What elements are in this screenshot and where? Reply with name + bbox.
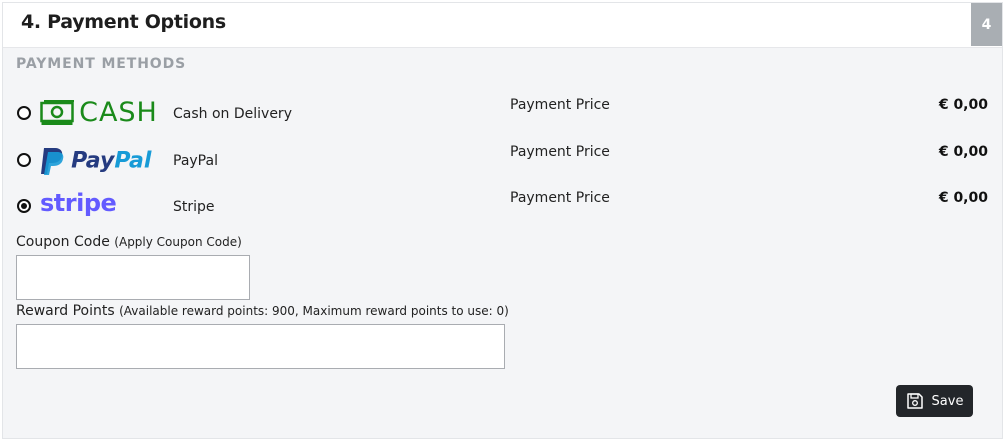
payment-method-paypal[interactable]: PayPal PayPal Payment Price € 0,00 xyxy=(3,142,1002,182)
paypal-logo-pal: Pal xyxy=(114,148,152,174)
paypal-method-name: PayPal xyxy=(173,153,218,169)
stripe-logo: stripe xyxy=(40,189,117,217)
coupon-hint: (Apply Coupon Code) xyxy=(114,235,242,249)
paypal-logo: PayPal xyxy=(40,146,151,176)
panel-header: 4. Payment Options 4 xyxy=(3,3,1002,48)
cash-method-name: Cash on Delivery xyxy=(173,106,292,122)
save-button[interactable]: Save xyxy=(896,385,973,417)
step-number-badge: 4 xyxy=(971,3,1002,46)
stripe-radio[interactable] xyxy=(17,199,31,213)
stripe-method-name: Stripe xyxy=(173,199,215,215)
paypal-p-icon xyxy=(41,148,64,175)
cash-logo: CASH xyxy=(40,97,158,128)
payment-methods-heading: PAYMENT METHODS xyxy=(16,56,187,72)
cash-radio[interactable] xyxy=(17,106,31,120)
cash-logo-text: CASH xyxy=(79,97,158,128)
payment-method-stripe[interactable]: stripe Stripe Payment Price € 0,00 xyxy=(3,189,1002,229)
save-button-label: Save xyxy=(931,393,964,409)
coupon-label: Coupon Code (Apply Coupon Code) xyxy=(16,234,242,250)
payment-method-cash[interactable]: CASH Cash on Delivery Payment Price € 0,… xyxy=(3,95,1002,135)
reward-label-text: Reward Points xyxy=(16,303,115,319)
cash-banknote-icon xyxy=(40,99,75,125)
paypal-logo-pay: Pay xyxy=(71,148,115,174)
reward-points-input[interactable] xyxy=(16,324,505,369)
reward-hint: (Available reward points: 900, Maximum r… xyxy=(119,304,509,318)
stripe-logo-text: stripe xyxy=(40,189,117,217)
paypal-price-value: € 0,00 xyxy=(938,144,988,160)
payment-options-panel: 4. Payment Options 4 PAYMENT METHODS CAS… xyxy=(2,2,1003,439)
stripe-price-label: Payment Price xyxy=(510,190,610,206)
paypal-price-label: Payment Price xyxy=(510,144,610,160)
reward-label: Reward Points (Available reward points: … xyxy=(16,303,509,319)
floppy-disk-icon xyxy=(906,393,923,409)
cash-price-label: Payment Price xyxy=(510,97,610,113)
coupon-label-text: Coupon Code xyxy=(16,234,110,250)
coupon-code-input[interactable] xyxy=(16,255,250,300)
cash-price-value: € 0,00 xyxy=(938,97,988,113)
paypal-radio[interactable] xyxy=(17,153,31,167)
stripe-price-value: € 0,00 xyxy=(938,190,988,206)
panel-title: 4. Payment Options xyxy=(21,11,226,33)
